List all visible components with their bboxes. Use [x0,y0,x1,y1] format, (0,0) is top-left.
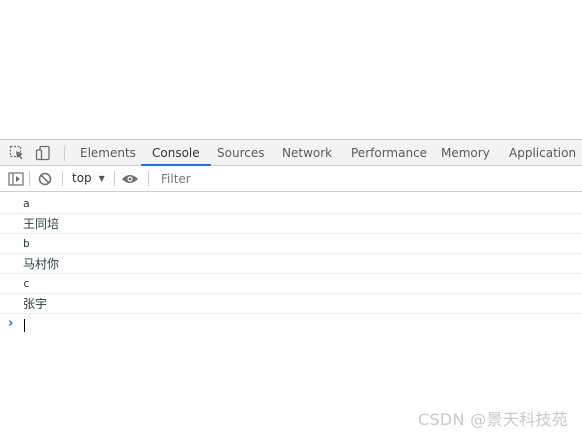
tab-performance[interactable]: Performance [351,140,427,166]
devtools-panel: Elements Console Sources Network Perform… [0,139,582,438]
toolbar-separator [148,171,149,186]
toolbar-separator [62,171,63,186]
tab-application[interactable]: Application [509,140,576,166]
text-caret [24,319,25,332]
inspect-element-icon[interactable] [8,144,26,162]
console-log-line: a [0,194,582,214]
tab-memory[interactable]: Memory [441,140,490,166]
console-log-line: 张宇 [0,294,582,314]
tab-elements[interactable]: Elements [80,140,136,166]
dropdown-arrow-icon: ▼ [98,174,105,183]
device-toolbar-icon[interactable] [34,144,52,162]
tab-network[interactable]: Network [282,140,332,166]
eye-icon[interactable] [121,170,139,188]
context-selector-label: top [72,171,92,185]
toolbar-separator [114,171,115,186]
context-selector[interactable]: top ▼ [72,166,105,191]
toolbar-separator [29,171,30,186]
show-sidebar-icon[interactable] [7,170,25,188]
console-log-line: 王同培 [0,214,582,234]
console-toolbar: top ▼ [0,166,582,192]
console-messages: a 王同培 b 马村你 c 张宇 › [0,194,582,336]
prompt-chevron-icon: › [8,316,14,331]
console-log-line: b [0,234,582,254]
console-log-line: 马村你 [0,254,582,274]
clear-console-icon[interactable] [36,170,54,188]
watermark: CSDN @景天科技苑 [417,410,568,429]
tab-sources[interactable]: Sources [217,140,264,166]
console-log-line: c [0,274,582,294]
filter-input[interactable] [157,169,582,188]
page-blank-area [0,0,582,139]
console-prompt[interactable]: › [0,314,582,336]
tabbar-separator [64,146,65,161]
devtools-tabbar: Elements Console Sources Network Perform… [0,139,582,166]
tab-console[interactable]: Console [141,140,211,166]
